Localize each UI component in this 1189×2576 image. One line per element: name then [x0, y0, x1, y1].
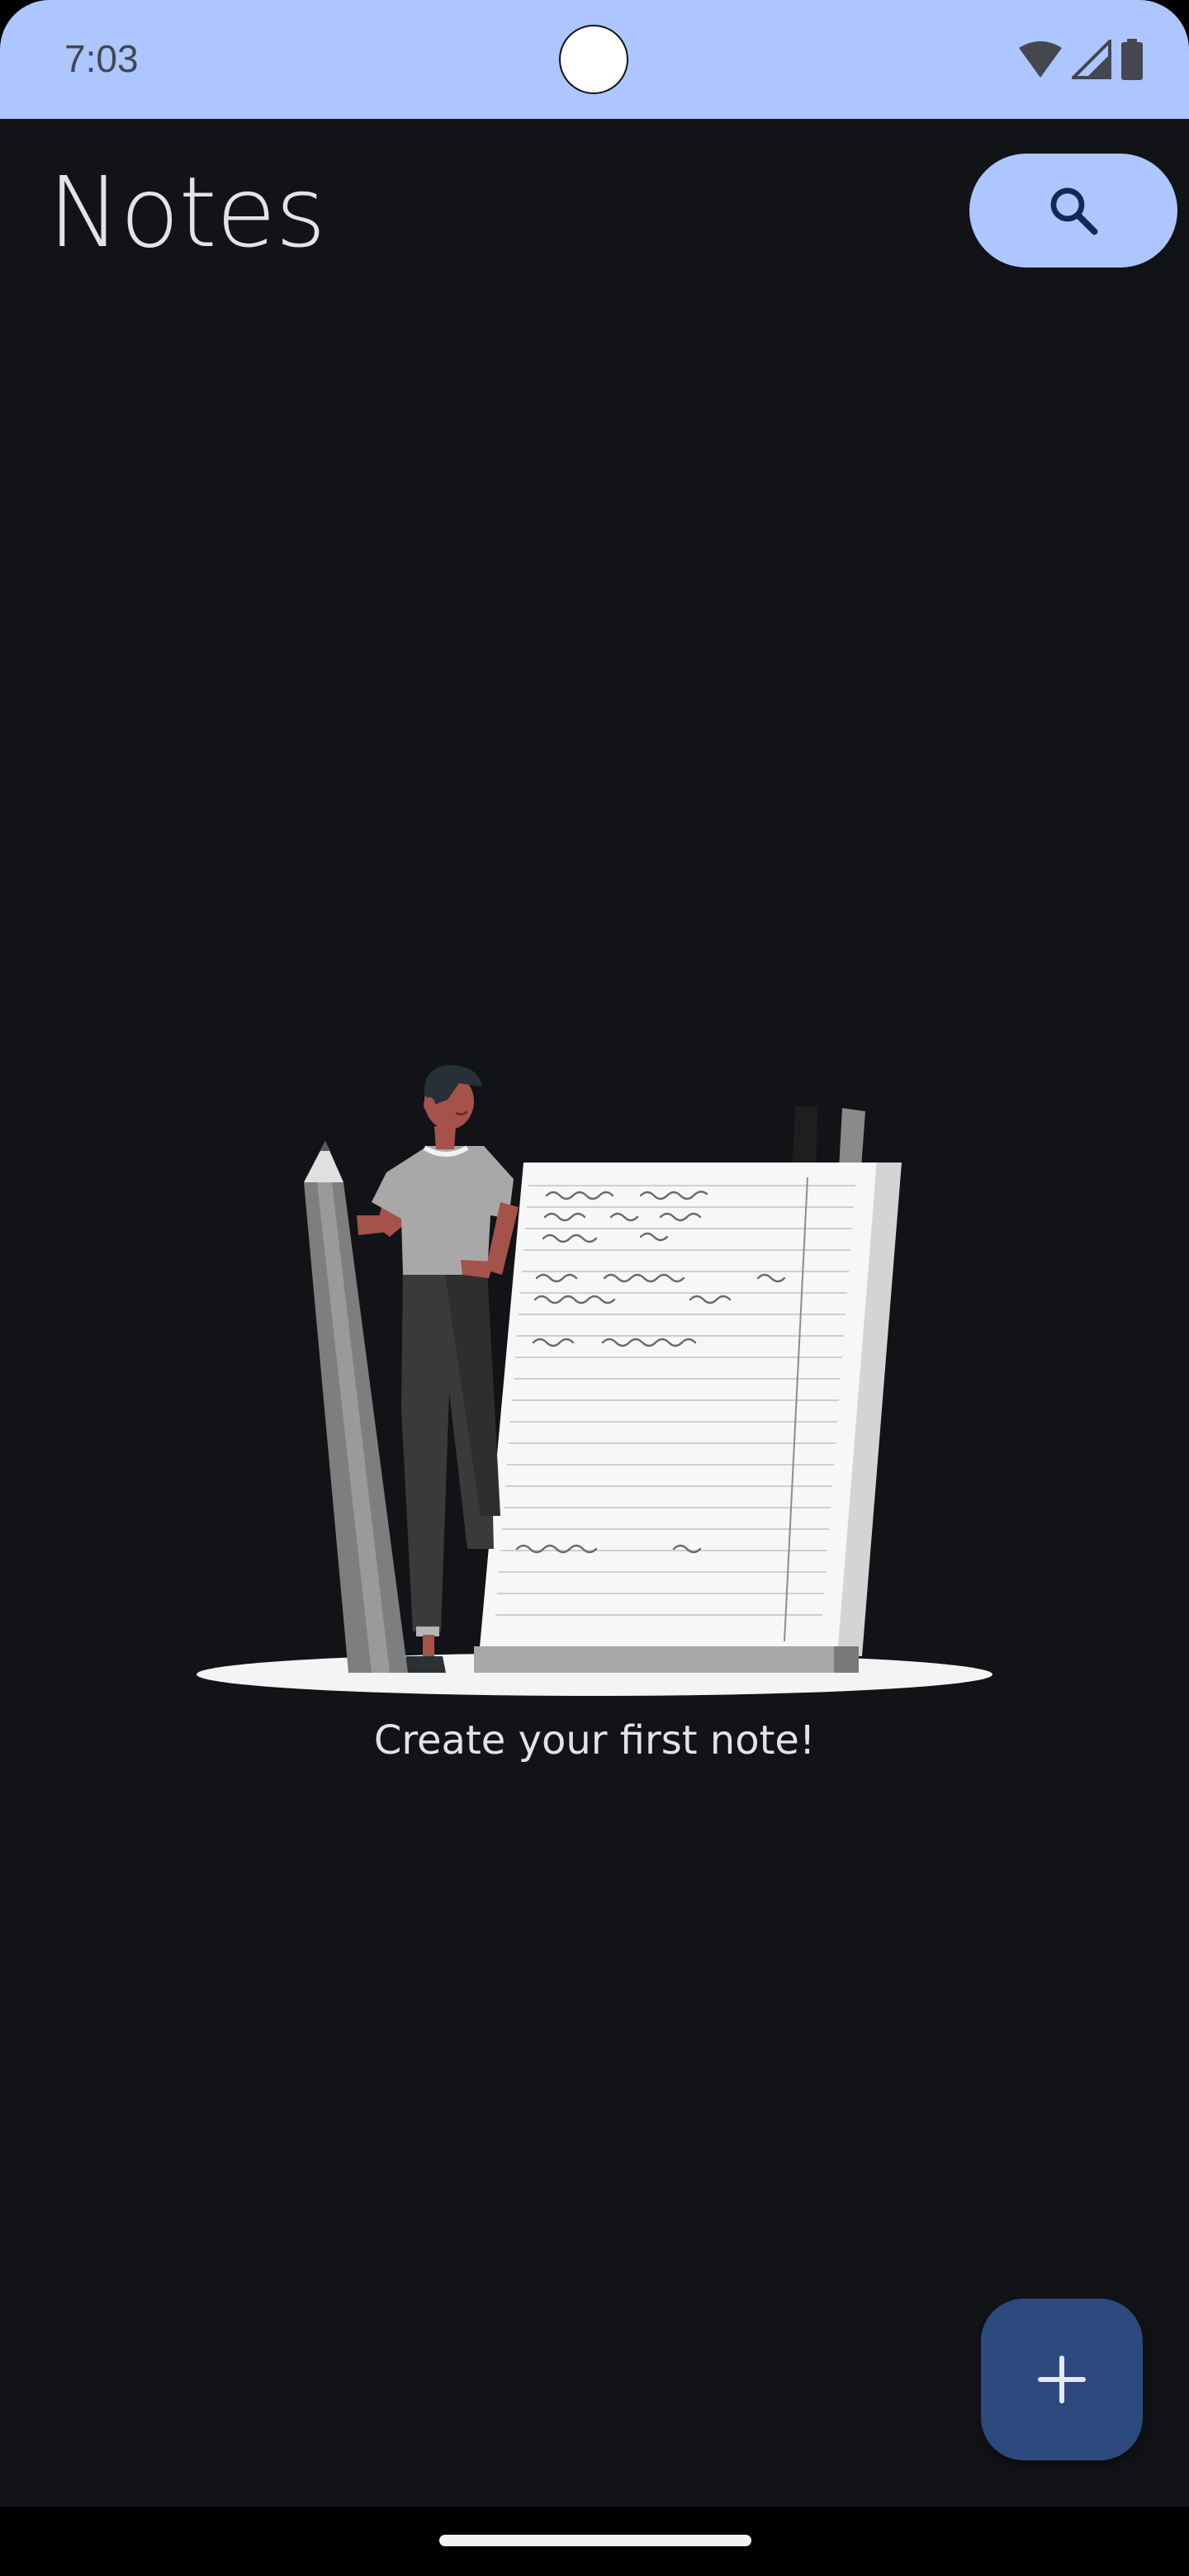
cellular-signal-icon [1072, 40, 1111, 79]
page-title: Notes [48, 155, 326, 269]
app-screen: 7:03 Notes Create your first note! [0, 0, 1189, 2576]
empty-state-message: Create your first note! [373, 1717, 816, 1764]
wifi-icon [1019, 41, 1062, 78]
add-note-button[interactable] [981, 2299, 1143, 2460]
empty-notes-illustration [197, 1065, 992, 1696]
status-icons [1017, 36, 1144, 83]
plus-icon [1038, 2356, 1086, 2403]
status-time: 7:03 [64, 37, 139, 80]
search-button[interactable] [969, 154, 1177, 268]
home-gesture-handle[interactable] [439, 2535, 751, 2546]
status-bar: 7:03 [0, 0, 1189, 119]
battery-icon [1121, 39, 1143, 80]
camera-cutout [559, 25, 628, 94]
search-icon [1050, 187, 1098, 235]
